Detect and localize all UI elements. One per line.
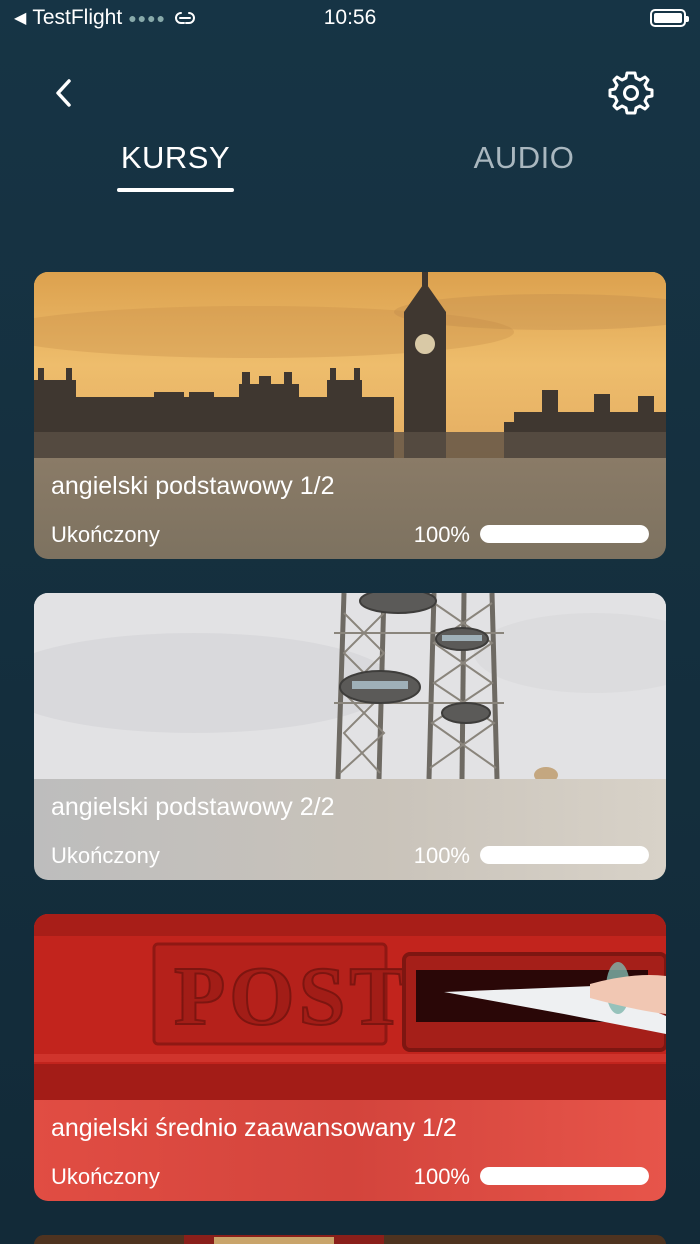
- course-status: Ukończony: [51, 522, 160, 547]
- course-status: Ukończony: [51, 843, 160, 868]
- course-progress-bar: [480, 525, 649, 543]
- course-image-post-box: POST: [34, 914, 666, 1100]
- status-time: 10:56: [323, 6, 377, 29]
- course-progress-bar: [480, 846, 649, 864]
- course-progress-fill: [480, 525, 649, 543]
- signal-icon: ●●●●: [128, 10, 167, 26]
- course-title: angielski podstawowy 2/2: [51, 793, 335, 821]
- back-button[interactable]: [46, 72, 80, 114]
- course-status: Ukończony: [51, 1164, 160, 1189]
- tab-bar: KURSY AUDIO: [0, 140, 700, 196]
- course-progress-bar: [480, 1167, 649, 1185]
- course-title: angielski podstawowy 1/2: [51, 472, 335, 500]
- course-card[interactable]: [34, 1235, 666, 1244]
- back-to-app-icon: ◀: [14, 10, 27, 27]
- course-image-big-ben: [34, 272, 666, 458]
- course-card[interactable]: angielski podstawowy 1/2 Ukończony 100%: [34, 272, 666, 559]
- chevron-left-icon: [56, 79, 71, 107]
- course-title: angielski średnio zaawansowany 1/2: [51, 1114, 457, 1142]
- battery-icon: [650, 9, 689, 27]
- course-image-partial: [34, 1235, 666, 1244]
- settings-button[interactable]: [608, 70, 654, 116]
- course-percent: 100%: [413, 522, 470, 547]
- course-card[interactable]: POST angielski średnio zaawansowany 1/2 …: [34, 914, 666, 1201]
- course-percent: 100%: [413, 1164, 470, 1189]
- gear-icon: [608, 71, 654, 115]
- back-to-app-label: TestFlight: [32, 6, 123, 29]
- link-icon: [172, 10, 198, 26]
- course-info: angielski średnio zaawansowany 1/2 Ukońc…: [34, 1100, 666, 1201]
- active-tab-indicator: [117, 188, 234, 192]
- course-progress-fill: [480, 846, 649, 864]
- svg-text:POST: POST: [174, 950, 409, 1043]
- course-card[interactable]: angielski podstawowy 2/2 Ukończony 100%: [34, 593, 666, 880]
- course-image-london-eye: [34, 593, 666, 783]
- course-info: angielski podstawowy 1/2 Ukończony 100%: [34, 458, 666, 559]
- status-bar-left[interactable]: ◀ TestFlight ●●●●: [14, 6, 198, 30]
- tab-audio[interactable]: AUDIO: [466, 140, 582, 176]
- course-percent: 100%: [413, 843, 470, 868]
- status-bar: ◀ TestFlight ●●●● 10:56: [0, 0, 700, 36]
- course-progress-fill: [480, 1167, 649, 1185]
- tab-kursy[interactable]: KURSY: [117, 140, 234, 176]
- course-info: angielski podstawowy 2/2 Ukończony 100%: [34, 779, 666, 880]
